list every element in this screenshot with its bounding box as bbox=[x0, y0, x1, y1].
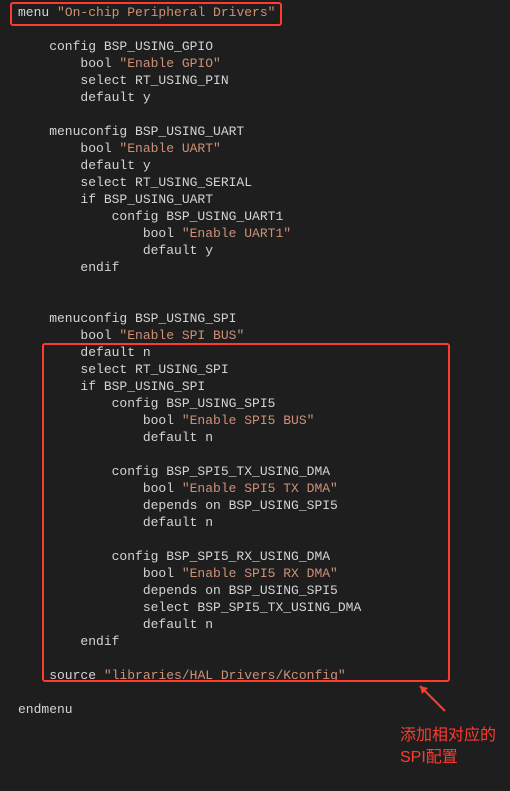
code-line: select RT_USING_SPI bbox=[0, 361, 510, 378]
code-line: config BSP_SPI5_TX_USING_DMA bbox=[0, 463, 510, 480]
code-line: select RT_USING_PIN bbox=[0, 72, 510, 89]
code-line: endif bbox=[0, 259, 510, 276]
code-line: bool "Enable GPIO" bbox=[0, 55, 510, 72]
code-line: bool "Enable SPI5 RX DMA" bbox=[0, 565, 510, 582]
annotation-text: 添加相对应的SPI配置 bbox=[400, 725, 500, 769]
code-line bbox=[0, 684, 510, 701]
code-line: bool "Enable UART1" bbox=[0, 225, 510, 242]
code-line: default y bbox=[0, 157, 510, 174]
code-line: default n bbox=[0, 616, 510, 633]
code-line: menuconfig BSP_USING_SPI bbox=[0, 310, 510, 327]
code-line: bool "Enable SPI5 BUS" bbox=[0, 412, 510, 429]
code-line: config BSP_USING_SPI5 bbox=[0, 395, 510, 412]
code-line: default n bbox=[0, 429, 510, 446]
code-line: depends on BSP_USING_SPI5 bbox=[0, 582, 510, 599]
code-line: endif bbox=[0, 633, 510, 650]
code-line bbox=[0, 106, 510, 123]
code-line: depends on BSP_USING_SPI5 bbox=[0, 497, 510, 514]
code-line: config BSP_USING_UART1 bbox=[0, 208, 510, 225]
code-line bbox=[0, 446, 510, 463]
code-line: config BSP_USING_GPIO bbox=[0, 38, 510, 55]
code-line: default n bbox=[0, 344, 510, 361]
code-line: endmenu bbox=[0, 701, 510, 718]
code-line: default y bbox=[0, 89, 510, 106]
kconfig-source: menu "On-chip Peripheral Drivers" config… bbox=[0, 0, 510, 718]
code-line: default y bbox=[0, 242, 510, 259]
code-line: source "libraries/HAL_Drivers/Kconfig" bbox=[0, 667, 510, 684]
code-line: select RT_USING_SERIAL bbox=[0, 174, 510, 191]
code-line: bool "Enable UART" bbox=[0, 140, 510, 157]
code-line: default n bbox=[0, 514, 510, 531]
code-line: select BSP_SPI5_TX_USING_DMA bbox=[0, 599, 510, 616]
code-line: config BSP_SPI5_RX_USING_DMA bbox=[0, 548, 510, 565]
code-line: bool "Enable SPI5 TX DMA" bbox=[0, 480, 510, 497]
code-line bbox=[0, 650, 510, 667]
code-line bbox=[0, 531, 510, 548]
code-line: menu "On-chip Peripheral Drivers" bbox=[0, 4, 510, 21]
code-line: if BSP_USING_UART bbox=[0, 191, 510, 208]
code-line: menuconfig BSP_USING_UART bbox=[0, 123, 510, 140]
code-line: bool "Enable SPI BUS" bbox=[0, 327, 510, 344]
code-line bbox=[0, 276, 510, 293]
code-line bbox=[0, 21, 510, 38]
code-line: if BSP_USING_SPI bbox=[0, 378, 510, 395]
code-line bbox=[0, 293, 510, 310]
